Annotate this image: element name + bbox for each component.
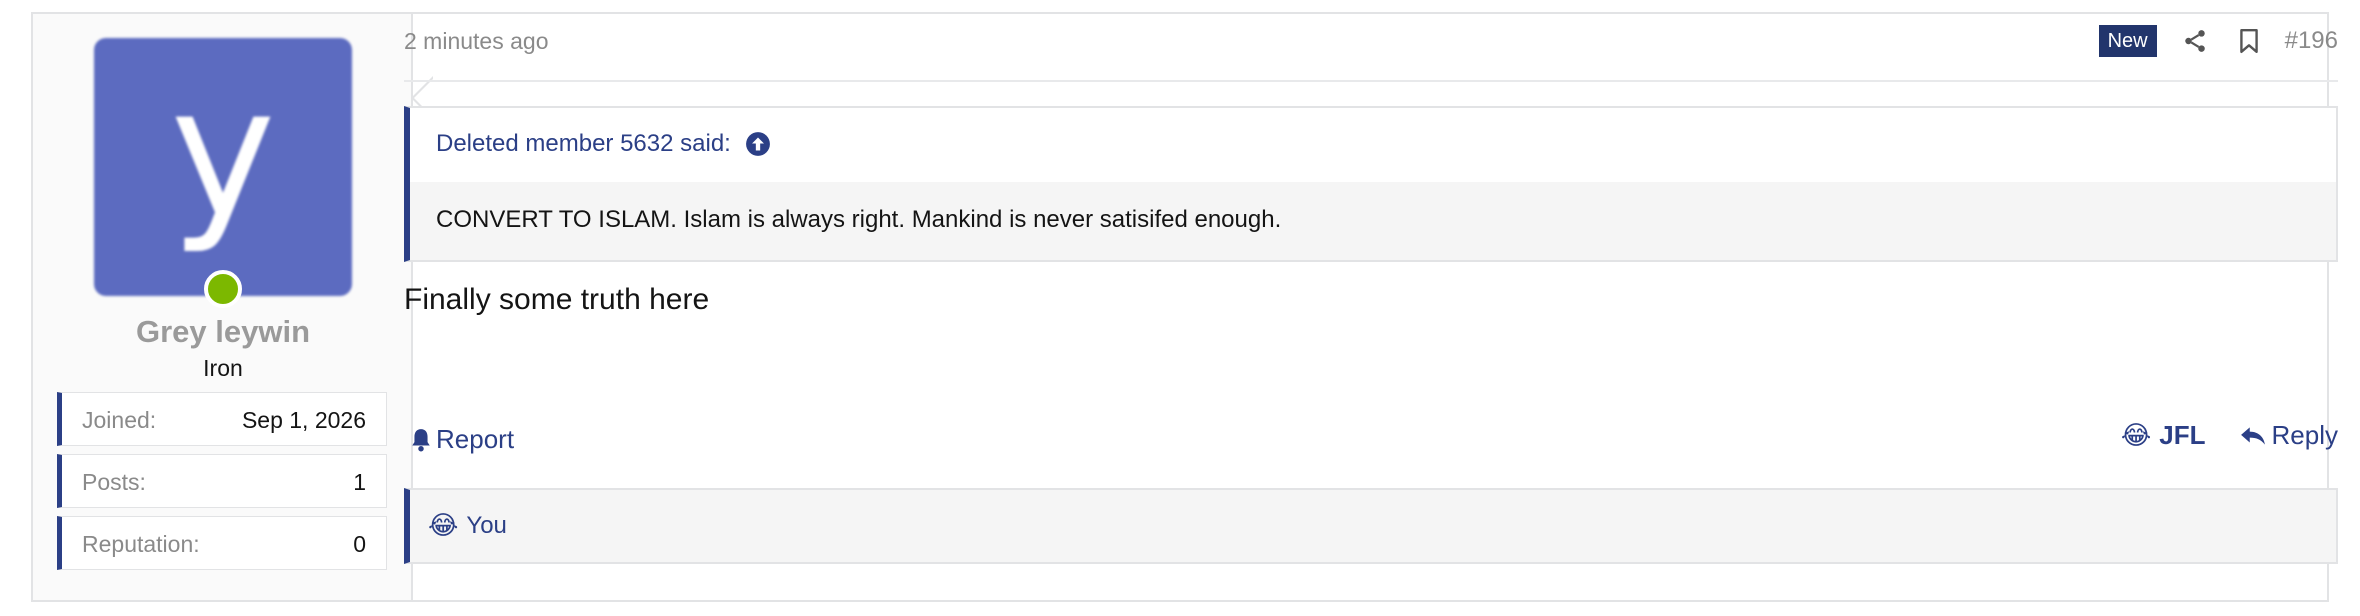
- online-status-indicator: [204, 270, 242, 308]
- joy-emoji-icon: 😂: [428, 511, 459, 541]
- post-number[interactable]: #196: [2285, 27, 2338, 55]
- reactions-bar[interactable]: 😂 You: [404, 488, 2338, 564]
- react-button[interactable]: 😂 JFL: [2121, 420, 2206, 451]
- stat-value: 0: [353, 531, 366, 557]
- post-timestamp[interactable]: 2 minutes ago: [404, 28, 548, 55]
- stat-value: 1: [353, 469, 366, 495]
- reply-icon: [2240, 426, 2265, 445]
- stat-posts: Posts: 1: [57, 454, 387, 508]
- quote-attribution[interactable]: Deleted member 5632 said:: [436, 130, 771, 158]
- stat-label: Joined:: [82, 407, 157, 433]
- stat-label: Reputation:: [82, 531, 200, 557]
- username[interactable]: Grey leywin: [33, 314, 413, 350]
- share-icon[interactable]: [2179, 25, 2211, 57]
- arrow-up-circle-icon[interactable]: [745, 131, 771, 157]
- avatar[interactable]: y: [94, 38, 352, 296]
- reply-label: Reply: [2271, 420, 2338, 450]
- post-header-actions: New #196: [2098, 24, 2338, 58]
- user-sidebar: y Grey leywin Iron Joined: Sep 1, 2026 P…: [33, 14, 413, 600]
- post-actions: 😂 JFL Reply: [2121, 420, 2338, 451]
- user-title: Iron: [203, 355, 243, 381]
- header-divider: [404, 80, 2338, 82]
- report-button[interactable]: Report: [410, 424, 514, 455]
- bookmark-icon[interactable]: [2233, 25, 2265, 57]
- quote-text: CONVERT TO ISLAM. Islam is always right.…: [410, 182, 2336, 260]
- report-label: Report: [436, 424, 515, 454]
- reaction-label: JFL: [2159, 420, 2206, 450]
- new-badge: New: [2098, 25, 2157, 57]
- stat-joined: Joined: Sep 1, 2026: [57, 392, 387, 446]
- stat-value: Sep 1, 2026: [241, 407, 366, 433]
- stat-reputation: Reputation: 0: [57, 516, 387, 570]
- stat-label: Posts:: [82, 469, 146, 495]
- reply-button[interactable]: Reply: [2240, 420, 2338, 451]
- reactions-summary[interactable]: You: [466, 512, 507, 540]
- quote-block: Deleted member 5632 said: CONVERT TO ISL…: [404, 106, 2338, 262]
- post-message: Finally some truth here: [404, 283, 710, 316]
- bell-icon: [412, 428, 430, 451]
- quote-author[interactable]: Deleted member 5632 said:: [436, 130, 731, 158]
- joy-emoji-icon: 😂: [2120, 420, 2152, 451]
